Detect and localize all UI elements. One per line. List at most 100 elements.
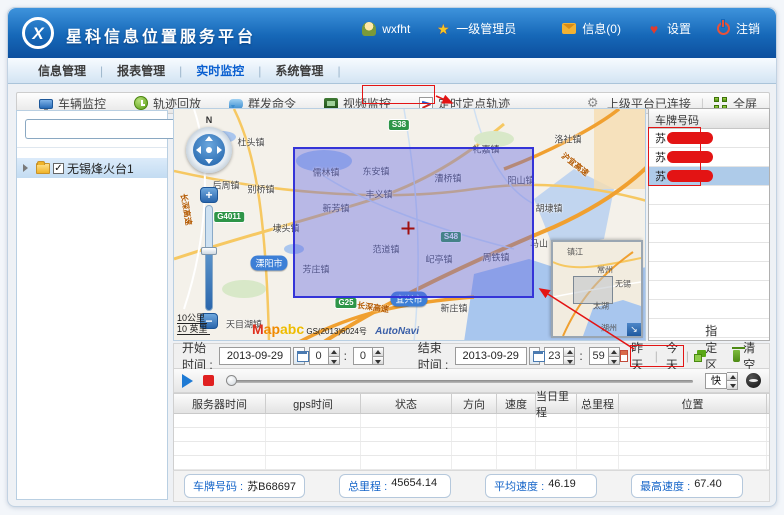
plate-row-empty <box>649 243 769 262</box>
role-label: 一级管理员 <box>456 20 516 37</box>
table-row <box>174 414 769 428</box>
logout-power-icon <box>717 22 730 35</box>
start-hour-field[interactable]: 0 <box>309 347 329 365</box>
status-box-最高速度: 最高速度 :67.40 <box>631 474 743 498</box>
end-calendar-icon[interactable] <box>529 347 541 365</box>
playback-globe-icon[interactable] <box>746 373 761 388</box>
slider-handle[interactable] <box>226 375 237 386</box>
inset-label: 太湖 <box>593 301 609 312</box>
logout-link[interactable]: 注销 <box>736 20 760 37</box>
redaction-blob <box>667 170 713 182</box>
nav-tab-bar: 信息管理|报表管理|实时监控|系统管理| <box>8 58 776 84</box>
search-input[interactable] <box>25 119 176 139</box>
settings-heart-icon: ♥ <box>647 22 661 36</box>
map-road-shield: G25 <box>334 297 357 309</box>
status-value: 苏B68697 <box>247 478 296 494</box>
stop-button-icon[interactable] <box>203 375 214 386</box>
tree-node-无锡烽火台1[interactable]: ✓无锡烽火台1 <box>17 158 167 178</box>
column-header-总里程[interactable]: 总里程 <box>577 394 619 413</box>
tree-checkbox[interactable]: ✓ <box>53 163 64 174</box>
scale-km-label: 10公里 <box>177 313 207 324</box>
pan-down-arrow-icon[interactable] <box>205 159 213 164</box>
plate-row[interactable]: 苏 <box>649 129 769 148</box>
area-icon <box>697 350 702 362</box>
start-hour-stepper[interactable] <box>329 347 340 365</box>
column-header-gps时间[interactable]: gps时间 <box>266 394 361 413</box>
column-header-位置[interactable]: 位置 <box>619 394 767 413</box>
plate-row[interactable]: 苏 <box>649 148 769 167</box>
track-data-table: 服务器时间gps时间状态方向速度当日里程总里程位置 <box>173 393 770 470</box>
clear-button[interactable]: 清空 <box>733 339 759 373</box>
monitor-icon <box>39 99 53 109</box>
column-header-当日里程[interactable]: 当日里程 <box>536 394 577 413</box>
column-header-服务器时间[interactable]: 服务器时间 <box>174 394 266 413</box>
end-hour-stepper[interactable] <box>564 347 575 365</box>
pan-right-arrow-icon[interactable] <box>217 146 222 154</box>
zoom-handle[interactable] <box>201 247 217 255</box>
end-minute-field[interactable]: 59 <box>589 347 609 365</box>
message-icon <box>229 99 243 109</box>
selection-center-cross-icon <box>402 222 415 235</box>
map-compass-control[interactable]: N <box>186 127 232 173</box>
status-box-总里程: 总里程 :45654.14 <box>339 474 451 498</box>
tab-系统管理[interactable]: 系统管理 <box>261 62 337 79</box>
plate-row-empty <box>649 205 769 224</box>
trash-icon <box>733 350 740 362</box>
tab-报表管理[interactable]: 报表管理 <box>103 62 179 79</box>
table-row <box>174 442 769 456</box>
play-button-icon[interactable] <box>182 374 193 388</box>
zoom-in-button[interactable]: + <box>200 187 218 203</box>
compass-center-dot[interactable] <box>206 147 212 153</box>
messages-link[interactable]: 信息(0) <box>582 20 621 37</box>
start-minute-field[interactable]: 0 <box>353 347 373 365</box>
time-colon: : <box>579 349 582 363</box>
time-controls-bar: 开始时间 : 0 : 0 结束时间 : 23 : 59 昨天 | 今天 | 指定… <box>173 343 770 369</box>
tab-separator: | <box>337 64 340 78</box>
speed-field[interactable]: 快 <box>705 373 727 389</box>
vehicle-tree-panel: ✓无锡烽火台1 <box>16 110 168 500</box>
user-bar: wxfht ★ 一级管理员 信息(0) ♥ 设置 注销 <box>362 20 760 37</box>
start-minute-stepper[interactable] <box>373 347 384 365</box>
brand-logo-icon: X <box>22 17 54 49</box>
inset-label: 无锡 <box>615 279 631 290</box>
playback-bar: 快 <box>173 369 770 393</box>
column-header-状态[interactable]: 状态 <box>361 394 452 413</box>
speed-stepper[interactable] <box>727 372 738 390</box>
plate-row-empty <box>649 281 769 300</box>
column-header-方向[interactable]: 方向 <box>452 394 497 413</box>
page-title: 星科信息位置服务平台 <box>66 23 256 47</box>
column-header-速度[interactable]: 速度 <box>497 394 536 413</box>
end-date-field[interactable] <box>455 347 527 365</box>
time-colon: : <box>344 349 347 363</box>
table-header-row: 服务器时间gps时间状态方向速度当日里程总里程位置 <box>174 394 769 414</box>
tab-信息管理[interactable]: 信息管理 <box>24 62 100 79</box>
yesterday-button[interactable]: 昨天 <box>620 339 647 373</box>
end-hour-field[interactable]: 23 <box>544 347 564 365</box>
tab-实时监控[interactable]: 实时监控 <box>182 62 258 79</box>
today-button[interactable]: 今天 <box>666 339 678 373</box>
end-minute-stepper[interactable] <box>609 347 620 365</box>
expander-icon[interactable] <box>23 164 32 172</box>
header-bar: X 星科信息位置服务平台 wxfht ★ 一级管理员 信息(0) ♥ 设置 注销 <box>8 8 776 58</box>
map-attribution: Mapabc GS(2013)6024号 AutoNavi <box>252 321 419 337</box>
zoom-track[interactable] <box>205 205 213 311</box>
summary-status-bar: 车牌号码 :苏B68697总里程 :45654.14平均速度 :46.19最高速… <box>173 470 770 502</box>
plate-row-empty <box>649 300 769 319</box>
plate-row[interactable]: 苏 <box>649 167 769 186</box>
start-date-field[interactable] <box>219 347 291 365</box>
inset-label: 湖州 <box>601 323 617 334</box>
slider-track[interactable] <box>226 380 693 383</box>
playback-slider[interactable] <box>226 374 693 388</box>
status-value: 67.40 <box>694 478 722 490</box>
pan-left-arrow-icon[interactable] <box>196 146 201 154</box>
map-town-label: 洛社镇 <box>554 133 581 146</box>
pan-up-arrow-icon[interactable] <box>205 136 213 141</box>
table-row <box>174 428 769 442</box>
redaction-blob <box>667 132 713 144</box>
map-town-label: 杜头镇 <box>237 136 264 149</box>
toolbar-button-车辆监控[interactable]: 车辆监控 <box>39 95 106 112</box>
table-row <box>174 456 769 470</box>
map-canvas[interactable]: 杜头镇后周镇别桥镇埭头镇儒林镇东安镇丰义镇新芳镇范道镇芳庄镇新庄镇天目湖镇漕桥镇… <box>173 108 646 341</box>
settings-link[interactable]: 设置 <box>667 20 691 37</box>
start-calendar-icon[interactable] <box>293 347 305 365</box>
